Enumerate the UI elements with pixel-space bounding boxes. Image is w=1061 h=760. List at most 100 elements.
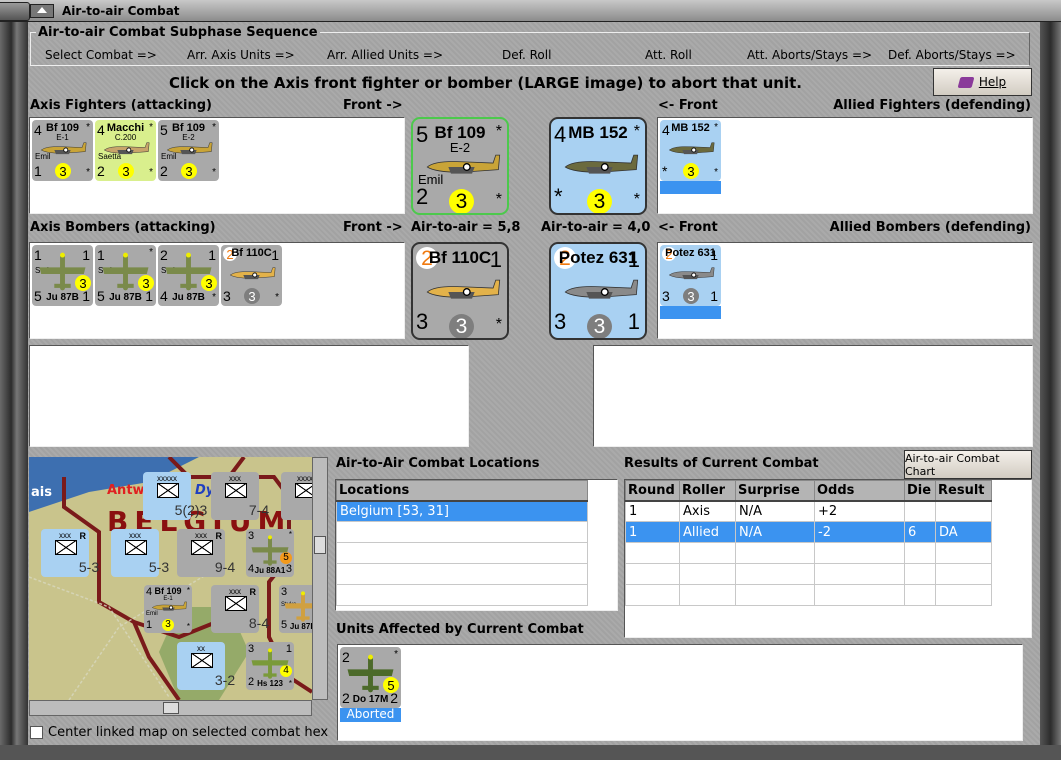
map-label-calais: ais (31, 485, 52, 500)
unit-counter[interactable]: 2 * 2 Do 17M 2 5 (340, 647, 401, 708)
range-rating: 3 (587, 189, 612, 213)
infantry-symbol-icon (55, 540, 77, 555)
window-frame-left (0, 22, 28, 760)
range-rating: 3 (162, 619, 174, 631)
map-vertical-scrollbar[interactable] (312, 457, 328, 700)
map-ground-unit[interactable]: xxx 5-3 (111, 529, 169, 577)
unit-size: xxx (129, 531, 141, 540)
unit-counter[interactable]: 3Stuka5Ju 87B (279, 585, 312, 633)
infantry-symbol-icon (157, 483, 179, 498)
result-row[interactable]: 1 Axis N/A +2 (625, 500, 992, 522)
unit-counter[interactable]: 2 Potez 631 1 3 1 3 (549, 242, 647, 340)
col-roller[interactable]: Roller (679, 480, 736, 502)
step-arr-allied-units: Arr. Allied Units => (327, 48, 444, 62)
unit-counter[interactable]: 4 Bf 109 E-1 * Emil 1 * 3 (32, 120, 93, 181)
unit-counter[interactable]: 2 Bf 110C 1 3 * 3 (221, 245, 282, 306)
range-rating: 3 (55, 163, 71, 179)
top-right-value: * (149, 122, 153, 133)
col-result[interactable]: Result (935, 480, 992, 502)
unit-counter[interactable]: 4 MB 152 * * * 3 (660, 120, 721, 181)
bottom-right-value: 1 (627, 309, 640, 334)
units-affected-list[interactable] (337, 644, 1023, 741)
unit-counter[interactable]: 5 Bf 109 E-2 * Emil 2 * 3 (158, 120, 219, 181)
col-odds[interactable]: Odds (814, 480, 905, 502)
axis-bombers-label: Axis Bombers (attacking) (30, 220, 216, 235)
range-rating: 3 (683, 288, 699, 304)
map-ground-unit[interactable]: xxxx 7(4) (281, 472, 312, 520)
map-ground-unit[interactable]: xx 3-2 (177, 642, 235, 690)
unit-strength: 9-4 (214, 559, 236, 575)
aircraft-name: Ju 87B (289, 622, 312, 631)
locations-table: Locations Belgium [53, 31] (335, 479, 618, 611)
defense-strength: 2 (97, 163, 105, 179)
air-to-air-combat-chart-button[interactable]: Air-to-air Combat Chart (904, 450, 1032, 479)
unit-counter[interactable]: 2 Bf 110C 1 3 * 3 (411, 242, 509, 340)
minimize-button[interactable] (30, 4, 54, 18)
reserve-marker: R (249, 587, 257, 597)
map-horizontal-scrollbar[interactable] (29, 700, 312, 716)
col-die[interactable]: Die (904, 480, 936, 502)
plane-side-view-icon (564, 279, 639, 299)
unit-counter[interactable]: 1*Stuka5Ju 87B13 (95, 245, 156, 306)
plane-side-view-icon (40, 142, 87, 155)
map-ground-unit[interactable]: xxx R 8-4 (211, 585, 269, 633)
unit-counter[interactable]: 4 MB 152 * * * 3 (549, 117, 647, 215)
col-round[interactable]: Round (625, 480, 680, 502)
map-ground-unit[interactable]: xxx R 9-4 (177, 529, 235, 577)
window-menu-button[interactable] (0, 2, 30, 21)
plane-side-view-icon (668, 267, 715, 280)
allied-fighters-label: Allied Fighters (defending) (833, 98, 1031, 113)
unit-counter[interactable]: 5 Bf 109 E-2 * Emil 2 * 3 (411, 117, 509, 215)
unit-counter[interactable]: 3 1 2 Hs 123 * 4 (246, 642, 294, 690)
infantry-symbol-icon (225, 483, 247, 498)
top-right-value: 1 (271, 247, 279, 263)
map-horizontal-scroll-thumb[interactable] (163, 702, 179, 714)
unit-counter[interactable]: 4 Macchi C.200 * Saetta 2 * 3 (95, 120, 156, 181)
plane-side-view-icon (426, 279, 501, 299)
map-vertical-scroll-thumb[interactable] (314, 536, 326, 554)
bottom-right-value: 1 (710, 288, 718, 304)
axis-air-to-air-value: Air-to-air = 5,8 (411, 220, 521, 235)
help-button[interactable]: Help (933, 68, 1032, 96)
map-label-antwerp: Antw (107, 483, 145, 498)
defense-strength: 3 (416, 309, 429, 334)
window-title: Air-to-air Combat (62, 4, 180, 18)
mini-map[interactable]: ais Antw Dy BELGIUM xxxxx 5(2)3 xxx 7-4 xxxx… (29, 457, 312, 700)
locations-title: Air-to-Air Combat Locations (336, 456, 540, 471)
unit-counter[interactable]: 4 Bf 109 E-1 * Emil 1 * 3 (144, 585, 192, 633)
locations-header[interactable]: Locations (336, 480, 588, 502)
location-row[interactable]: Belgium [53, 31] (336, 500, 588, 522)
unit-counter[interactable]: 2 Potez 631 1 3 1 3 (660, 245, 721, 306)
range-rating: 3 (181, 163, 197, 179)
center-map-checkbox[interactable] (30, 726, 43, 739)
bottom-right-value: * (149, 167, 153, 178)
axis-details-panel (29, 345, 469, 447)
plane-top-view-icon (347, 654, 394, 693)
col-surprise[interactable]: Surprise (735, 480, 815, 502)
title-bar: Air-to-air Combat (0, 0, 1061, 22)
result-row[interactable]: 1 Allied N/A -2 6 DA (625, 521, 992, 543)
step-att-aborts: Att. Aborts/Stays => (747, 48, 873, 62)
plane-top-view-icon (102, 252, 149, 291)
allied-details-panel (593, 345, 1033, 447)
results-title: Results of Current Combat (624, 456, 819, 471)
plane-top-view-icon (251, 535, 289, 566)
map-ground-unit[interactable]: xxx R 5-3 (41, 529, 99, 577)
range-rating: 3 (244, 288, 260, 304)
plane-top-view-icon (165, 252, 212, 291)
unit-counter[interactable]: 21Stuka4Ju 87B*3 (158, 245, 219, 306)
infantry-symbol-icon (125, 540, 147, 555)
map-ground-unit[interactable]: xxx 7-4 (211, 472, 269, 520)
map-ground-unit[interactable]: xxxxx 5(2)3 (143, 472, 207, 520)
plane-side-view-icon (668, 142, 715, 155)
top-right-value: * (495, 123, 502, 140)
top-right-value: * (212, 122, 216, 133)
infantry-symbol-icon (191, 540, 213, 555)
unit-counter[interactable]: 3 * 4 Ju 88A1 3 5 (246, 529, 294, 577)
window-frame-bottom (0, 745, 1061, 760)
top-right-value: * (186, 586, 190, 595)
unit-strength: 3-2 (214, 672, 236, 688)
unit-counter[interactable]: 11Stuka5Ju 87B13 (32, 245, 93, 306)
selected-unit-bar (660, 181, 721, 194)
results-table: Round Roller Surprise Odds Die Result 1A… (624, 479, 1032, 638)
